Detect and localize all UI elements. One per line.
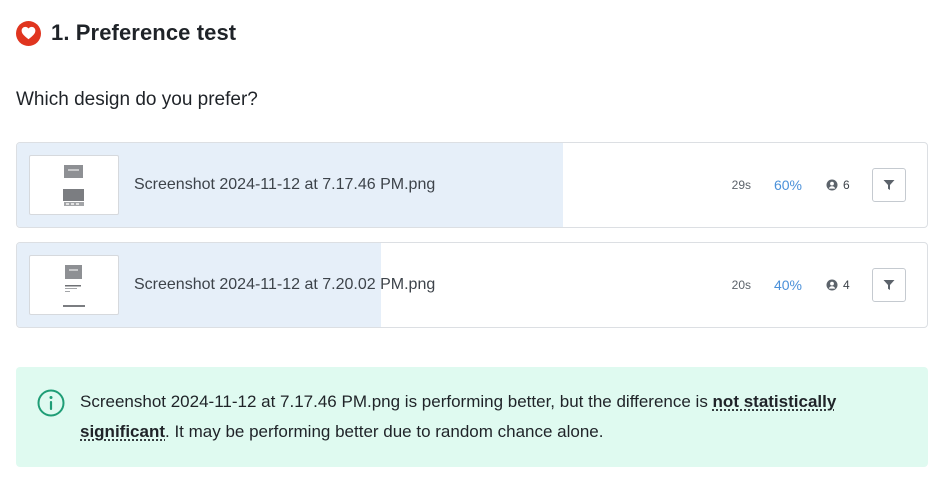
design-thumbnail[interactable] — [29, 155, 119, 215]
info-icon — [37, 389, 65, 417]
vote-count: 4 — [826, 243, 850, 327]
avg-time: 20s — [731, 278, 751, 292]
notice-text-start: Screenshot 2024-11-12 at 7.17.46 PM.png … — [80, 392, 713, 411]
page-title: 1. Preference test — [51, 20, 237, 45]
question-text: Which design do you prefer? — [16, 89, 258, 110]
notice-text: Screenshot 2024-11-12 at 7.17.46 PM.png … — [80, 387, 910, 447]
design-filename: Screenshot 2024-11-12 at 7.20.02 PM.png — [134, 276, 436, 293]
filter-button[interactable] — [872, 168, 906, 202]
design-thumbnail[interactable] — [29, 255, 119, 315]
avg-time: 29s — [731, 178, 751, 192]
result-row: Screenshot 2024-11-12 at 7.20.02 PM.png … — [16, 242, 928, 328]
vote-count: 6 — [826, 143, 850, 227]
vote-count-value: 4 — [843, 278, 850, 292]
heart-icon — [16, 20, 41, 46]
user-icon — [826, 279, 838, 291]
filter-icon — [883, 180, 895, 190]
design-filename: Screenshot 2024-11-12 at 7.17.46 PM.png — [134, 176, 436, 193]
question-header: 1. Preference test — [16, 18, 236, 48]
vote-percent: 40% — [773, 277, 803, 293]
user-icon — [826, 179, 838, 191]
notice-text-end: . It may be performing better due to ran… — [165, 422, 604, 441]
vote-percent: 60% — [773, 177, 803, 193]
filter-button[interactable] — [872, 268, 906, 302]
significance-notice: Screenshot 2024-11-12 at 7.17.46 PM.png … — [16, 367, 928, 467]
filter-icon — [883, 280, 895, 290]
vote-count-value: 6 — [843, 178, 850, 192]
result-row: Screenshot 2024-11-12 at 7.17.46 PM.png … — [16, 142, 928, 228]
